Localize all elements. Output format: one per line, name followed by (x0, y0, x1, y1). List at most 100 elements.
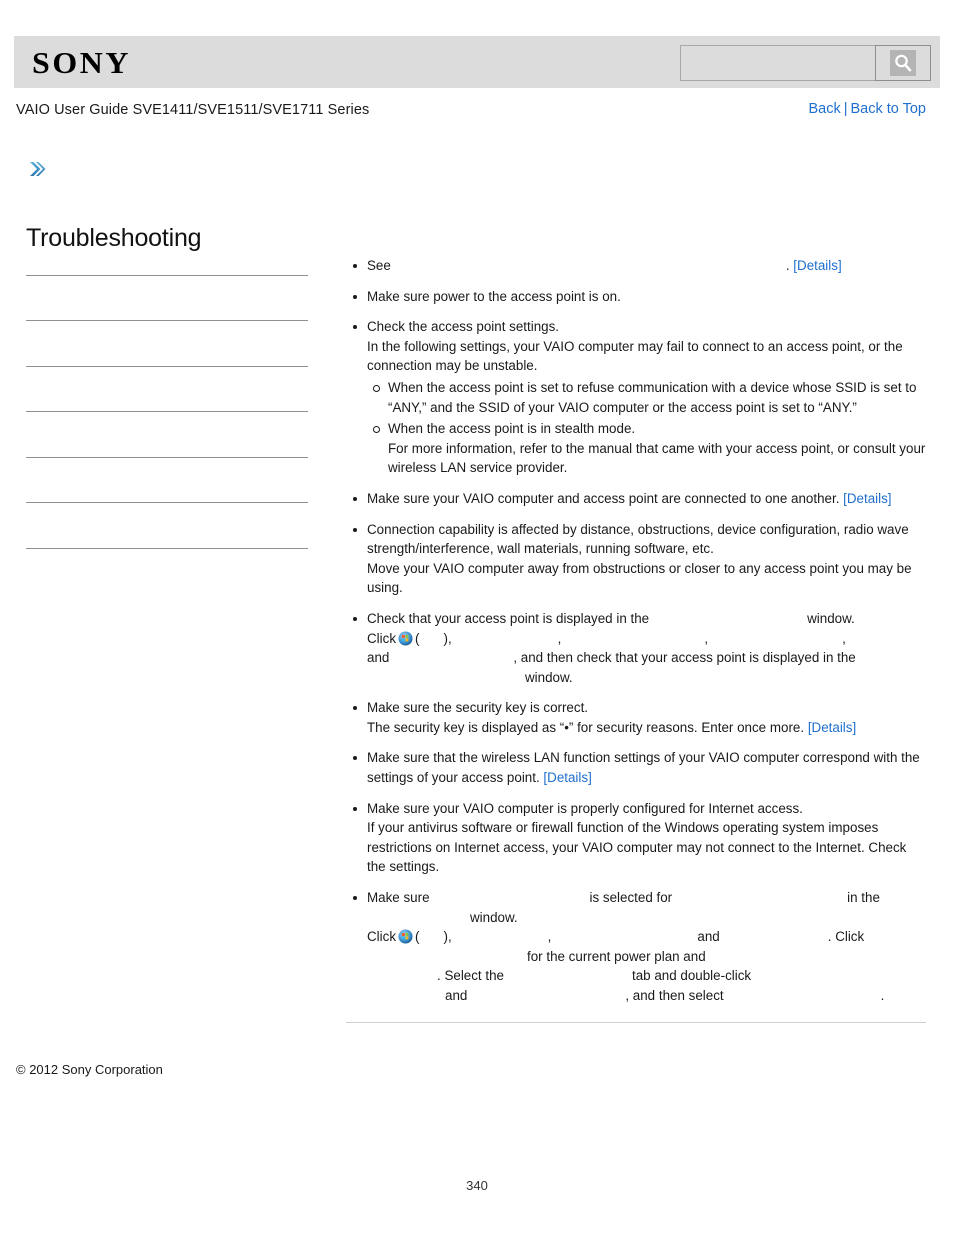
back-link[interactable]: Back (808, 101, 840, 117)
text-line: For more information, refer to the manua… (388, 439, 928, 478)
body-text: ), (443, 630, 452, 646)
double-chevron-right-icon[interactable] (26, 158, 48, 180)
troubleshooting-item: Make sure your VAIO computer and access … (346, 489, 928, 509)
header-nav-links: Back | Back to Top (808, 101, 926, 117)
body-text: , and then select (625, 988, 724, 1003)
body-text: in the (847, 890, 880, 906)
text-line: and , and then check that your access poi… (367, 648, 928, 668)
body-text: Make sure the security key is correct. (367, 700, 589, 716)
sidebar-item[interactable] (26, 458, 308, 504)
sidebar-item[interactable] (26, 367, 308, 413)
body-text: window. (525, 669, 573, 685)
body-text: For more information, refer to the manua… (388, 440, 926, 476)
search-icon (890, 50, 916, 76)
body-text: window. (470, 909, 518, 925)
body-text: Click (367, 630, 397, 646)
body-text: Make sure power to the access point is o… (367, 288, 621, 304)
body-text: Make sure your VAIO computer is properly… (367, 800, 803, 816)
search-group (680, 45, 931, 81)
windows-start-orb-icon[interactable] (398, 630, 413, 646)
troubleshooting-item: Connection capability is affected by dis… (346, 520, 928, 598)
copyright-notice: © 2012 Sony Corporation (16, 1062, 163, 1077)
sidebar-item[interactable] (26, 503, 308, 549)
back-to-top-link[interactable]: Back to Top (850, 101, 926, 117)
troubleshooting-bullet-list: See. [Details] Make sure power to the acc… (346, 256, 928, 1006)
search-input[interactable] (680, 45, 875, 81)
sidebar-item[interactable] (26, 276, 308, 322)
windows-start-orb-icon[interactable] (398, 929, 413, 944)
troubleshooting-item: Check the access point settings. In the f… (346, 317, 928, 478)
troubleshooting-item: Make sure power to the access point is o… (346, 287, 928, 307)
troubleshooting-item: See. [Details] (346, 256, 928, 276)
text-line: Make sure your VAIO computer is properly… (367, 799, 928, 819)
text-line: Make sure the security key is correct. (367, 698, 928, 718)
body-text: , (704, 630, 709, 646)
body-text: See (367, 258, 391, 273)
text-line: In the following settings, your VAIO com… (367, 337, 928, 376)
details-link[interactable]: [Details] (793, 258, 841, 273)
body-text: . Click (827, 929, 865, 945)
body-text: Make sure your VAIO computer and access … (367, 490, 840, 506)
text-line: Click (),, and . Click (367, 927, 928, 947)
text-line: Make sure your VAIO computer and access … (367, 489, 928, 509)
text-line: Make sure power to the access point is o… (367, 287, 928, 307)
body-text: , (557, 630, 562, 646)
text-line: Make sure is selected for in the (367, 888, 928, 908)
body-text: Make sure (367, 890, 430, 906)
text-line: Check that your access point is displaye… (367, 609, 928, 629)
body-text: Check that your access point is displaye… (367, 610, 650, 626)
guide-title: VAIO User Guide SVE1411/SVE1511/SVE1711 … (16, 102, 370, 118)
sidebar-item[interactable] (26, 412, 308, 458)
page-title: Troubleshooting (26, 224, 202, 252)
sidebar-item[interactable] (26, 321, 308, 367)
sub-bullet-list: When the access point is set to refuse c… (367, 378, 928, 478)
sony-logo: SONY (32, 44, 132, 80)
text-line: Make sure that the wireless LAN function… (367, 748, 928, 787)
body-text: , (842, 630, 846, 646)
body-text: The security key is displayed as “•” for… (367, 719, 805, 735)
text-line: Click (),,,, (367, 629, 928, 649)
text-line: See. [Details] (367, 256, 928, 276)
body-text: ( (415, 630, 420, 646)
body-text: tab and double-click (632, 968, 752, 984)
body-text: When the access point is set to refuse c… (388, 379, 917, 415)
sub-bullet-item: When the access point is set to refuse c… (367, 378, 928, 417)
text-line: When the access point is in stealth mode… (388, 419, 928, 439)
troubleshooting-item: Make sure that the wireless LAN function… (346, 748, 928, 787)
troubleshooting-item: Make sure is selected for in the window. Cli… (346, 888, 928, 1006)
sidebar-menu (26, 274, 308, 549)
body-text: Move your VAIO computer away from obstru… (367, 560, 912, 596)
troubleshooting-item: Check that your access point is displaye… (346, 609, 928, 687)
subheader: VAIO User Guide SVE1411/SVE1511/SVE1711 … (16, 101, 926, 123)
text-line: If your antivirus software or firewall f… (367, 818, 928, 877)
body-text: is selected for (589, 890, 673, 906)
sidebar: Troubleshooting (26, 158, 308, 549)
text-line: for the current power plan and (367, 947, 928, 967)
body-text: When the access point is in stealth mode… (388, 421, 636, 437)
text-line: . Select the tab and double-click (367, 966, 928, 986)
details-link[interactable]: [Details] (843, 491, 891, 506)
body-text: If your antivirus software or firewall f… (367, 820, 907, 875)
body-text: for the current power plan and (527, 948, 706, 964)
text-line: When the access point is set to refuse c… (388, 378, 928, 417)
content-divider (346, 1022, 926, 1023)
details-link[interactable]: [Details] (543, 770, 591, 785)
page-number: 340 (466, 1178, 488, 1193)
main-content: See. [Details] Make sure power to the acc… (346, 256, 928, 1017)
site-header: SONY (14, 36, 940, 88)
details-link[interactable]: [Details] (808, 720, 856, 735)
search-button[interactable] (875, 45, 931, 81)
text-line: Check the access point settings. (367, 317, 928, 337)
body-text: ( (415, 929, 420, 945)
body-text: . Select the (437, 968, 504, 984)
body-text: ), (443, 929, 452, 945)
body-text: In the following settings, your VAIO com… (367, 338, 903, 374)
troubleshooting-item: Make sure the security key is correct. Th… (346, 698, 928, 737)
body-text: Click (367, 929, 397, 945)
body-text: Check the access point settings. (367, 319, 560, 335)
body-text: and (697, 929, 720, 945)
text-line: The security key is displayed as “•” for… (367, 718, 928, 738)
body-text: , (547, 929, 552, 945)
text-line: window. (367, 908, 928, 928)
body-text: Connection capability is affected by dis… (367, 521, 909, 557)
